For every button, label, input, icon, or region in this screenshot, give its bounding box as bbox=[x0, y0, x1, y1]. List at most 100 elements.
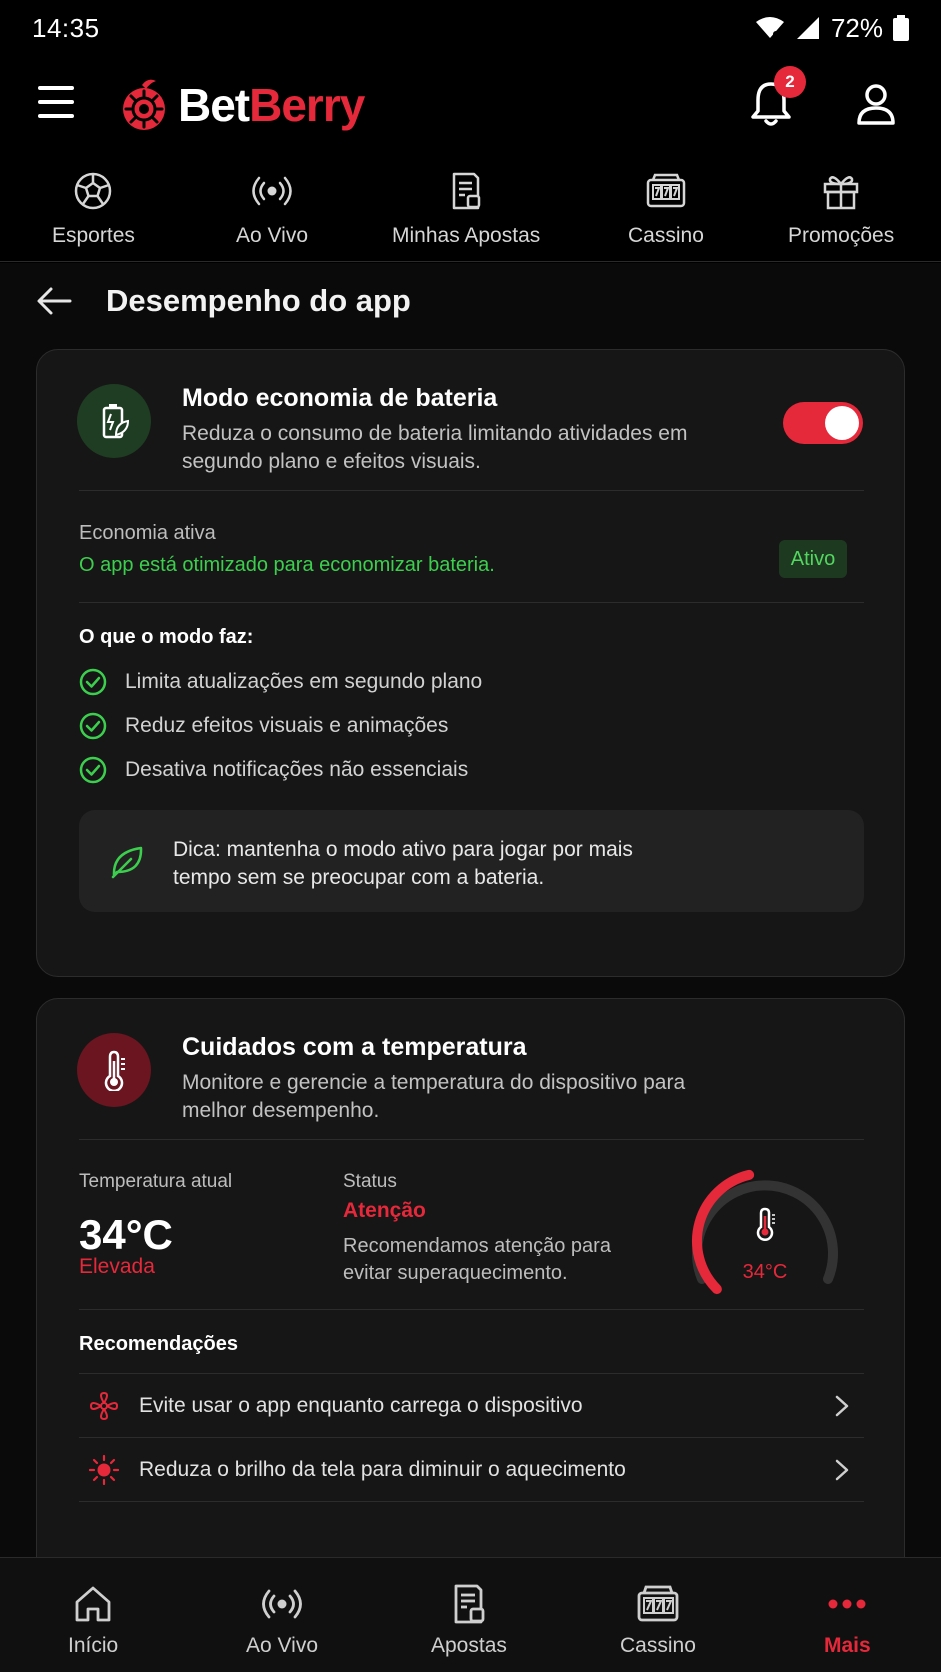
temperature-card-description: Monitore e gerencie a temperatura do dis… bbox=[182, 1071, 686, 1122]
chevron-right-icon bbox=[835, 1459, 849, 1480]
category-nav: Esportes Ao Vivo Minhas Apostas Cassino bbox=[0, 160, 941, 262]
page-title: Desempenho do app bbox=[106, 283, 411, 318]
status-description: Recomendamos atenção para evitar superaq… bbox=[343, 1235, 611, 1284]
nav-promocoes-label: Promoções bbox=[788, 224, 895, 247]
tip-text: Dica: mantenha o modo ativo para jogar p… bbox=[173, 838, 633, 889]
bottom-nav-inicio[interactable]: Início bbox=[68, 1582, 118, 1658]
battery-card-title: Modo economia de bateria bbox=[182, 384, 498, 412]
slot-machine-icon bbox=[637, 1585, 679, 1622]
feature-item: Reduz efeitos visuais e animações bbox=[79, 712, 448, 740]
check-circle-icon bbox=[79, 756, 107, 784]
recommendation-text: Reduza o brilho da tela para diminuir o … bbox=[139, 1457, 626, 1481]
divider bbox=[79, 1309, 864, 1310]
economy-status-text: O app está otimizado para economizar bat… bbox=[79, 554, 495, 576]
check-circle-icon bbox=[79, 712, 107, 740]
divider bbox=[79, 1501, 864, 1502]
nav-ao-vivo[interactable]: Ao Vivo bbox=[236, 170, 308, 248]
menu-icon[interactable] bbox=[38, 86, 74, 118]
feature-text: Limita atualizações em segundo plano bbox=[125, 670, 483, 693]
more-dots-icon bbox=[828, 1599, 866, 1609]
live-broadcast-icon bbox=[252, 176, 292, 206]
status-icons: 72% bbox=[755, 13, 909, 44]
bottom-nav-mais-label: Mais bbox=[824, 1634, 871, 1657]
battery-icon bbox=[893, 15, 909, 41]
thermometer-icon bbox=[104, 1050, 125, 1091]
feature-text: Reduz efeitos visuais e animações bbox=[125, 714, 449, 737]
status-label: Status bbox=[343, 1171, 397, 1192]
economy-status-label: Economia ativa bbox=[79, 522, 216, 544]
battery-card-description: Reduza o consumo de bateria limitando at… bbox=[182, 422, 688, 473]
signal-icon bbox=[796, 17, 819, 39]
current-temperature-value: 34°C bbox=[79, 1211, 173, 1258]
wifi-icon bbox=[755, 17, 784, 38]
bottom-nav-cassino-label: Cassino bbox=[620, 1634, 696, 1657]
slot-machine-icon bbox=[646, 173, 686, 208]
recommendation-item[interactable]: Evite usar o app enquanto carrega o disp… bbox=[79, 1373, 864, 1437]
temperature-card-title: Cuidados com a temperatura bbox=[182, 1033, 527, 1061]
chevron-right-icon bbox=[835, 1395, 849, 1416]
recommendation-item[interactable]: Reduza o brilho da tela para diminuir o … bbox=[79, 1437, 864, 1501]
status-time: 14:35 bbox=[32, 12, 100, 43]
status-value: Atenção bbox=[343, 1199, 426, 1222]
feature-item: Limita atualizações em segundo plano bbox=[79, 668, 482, 696]
thermometer-icon bbox=[756, 1207, 775, 1241]
brand-name-bet: Bet bbox=[178, 79, 250, 131]
bet-slip-icon bbox=[452, 172, 481, 210]
temperature-level: Elevada bbox=[79, 1255, 155, 1278]
home-icon bbox=[75, 1586, 111, 1622]
gift-icon bbox=[823, 176, 859, 210]
feature-text: Desativa notificações não essenciais bbox=[125, 758, 469, 781]
current-temperature-label: Temperatura atual bbox=[79, 1171, 233, 1192]
nav-minhas-apostas-label: Minhas Apostas bbox=[392, 224, 541, 247]
divider bbox=[79, 602, 864, 603]
nav-promocoes[interactable]: Promoções bbox=[788, 170, 894, 248]
brand-name: BetBerry bbox=[178, 78, 365, 132]
berry-logo-icon bbox=[123, 79, 165, 130]
page-header: Desempenho do app bbox=[36, 283, 411, 319]
status-bar: 14:35 72% bbox=[0, 0, 941, 56]
nav-cassino[interactable]: Cassino bbox=[628, 170, 704, 248]
features-heading: O que o modo faz: bbox=[79, 626, 254, 648]
bottom-nav-inicio-label: Início bbox=[68, 1634, 119, 1657]
thermometer-icon-circle bbox=[77, 1033, 151, 1107]
bottom-nav-apostas-label: Apostas bbox=[431, 1634, 507, 1657]
user-profile-icon[interactable] bbox=[856, 82, 896, 126]
brand-logo[interactable]: BetBerry bbox=[118, 70, 365, 140]
back-arrow-icon[interactable] bbox=[36, 286, 72, 316]
temperature-gauge: 34°C bbox=[685, 1169, 845, 1299]
nav-cassino-label: Cassino bbox=[628, 224, 704, 247]
nav-esportes[interactable]: Esportes bbox=[52, 170, 135, 248]
toggle-knob bbox=[825, 406, 859, 440]
main-content: Desempenho do app Modo economia de bater… bbox=[0, 263, 941, 1557]
feature-item: Desativa notificações não essenciais bbox=[79, 756, 468, 784]
divider bbox=[79, 1139, 864, 1140]
bottom-nav-cassino[interactable]: Cassino bbox=[620, 1582, 696, 1658]
battery-icon-circle bbox=[77, 384, 151, 458]
bottom-nav-mais[interactable]: Mais bbox=[824, 1582, 871, 1658]
notification-badge: 2 bbox=[774, 66, 806, 98]
nav-minhas-apostas[interactable]: Minhas Apostas bbox=[392, 170, 540, 248]
nav-esportes-label: Esportes bbox=[52, 224, 135, 247]
divider bbox=[79, 490, 864, 491]
soccer-ball-icon bbox=[75, 172, 112, 210]
gauge-value: 34°C bbox=[742, 1261, 788, 1283]
live-broadcast-icon bbox=[262, 1589, 302, 1619]
recommendations-heading: Recomendações bbox=[79, 1333, 238, 1355]
check-circle-icon bbox=[79, 668, 107, 696]
bottom-nav-ao-vivo[interactable]: Ao Vivo bbox=[246, 1582, 318, 1658]
battery-leaf-icon bbox=[102, 404, 130, 439]
tip-box: Dica: mantenha o modo ativo para jogar p… bbox=[79, 810, 864, 912]
fan-icon bbox=[89, 1391, 119, 1420]
bet-slip-icon bbox=[454, 1584, 485, 1624]
battery-saver-card: Modo economia de bateria Reduza o consum… bbox=[36, 349, 905, 977]
bottom-nav-apostas[interactable]: Apostas bbox=[431, 1582, 507, 1658]
app-header: BetBerry 2 bbox=[0, 56, 941, 152]
bottom-nav: Início Ao Vivo Apostas Cassino Mais bbox=[0, 1557, 941, 1672]
battery-saver-toggle[interactable] bbox=[783, 402, 863, 444]
brand-name-berry: Berry bbox=[249, 79, 365, 131]
recommendation-text: Evite usar o app enquanto carrega o disp… bbox=[139, 1393, 583, 1417]
bottom-nav-ao-vivo-label: Ao Vivo bbox=[246, 1634, 318, 1657]
nav-ao-vivo-label: Ao Vivo bbox=[236, 224, 308, 247]
temperature-card: Cuidados com a temperatura Monitore e ge… bbox=[36, 998, 905, 1557]
leaf-icon bbox=[111, 846, 143, 879]
